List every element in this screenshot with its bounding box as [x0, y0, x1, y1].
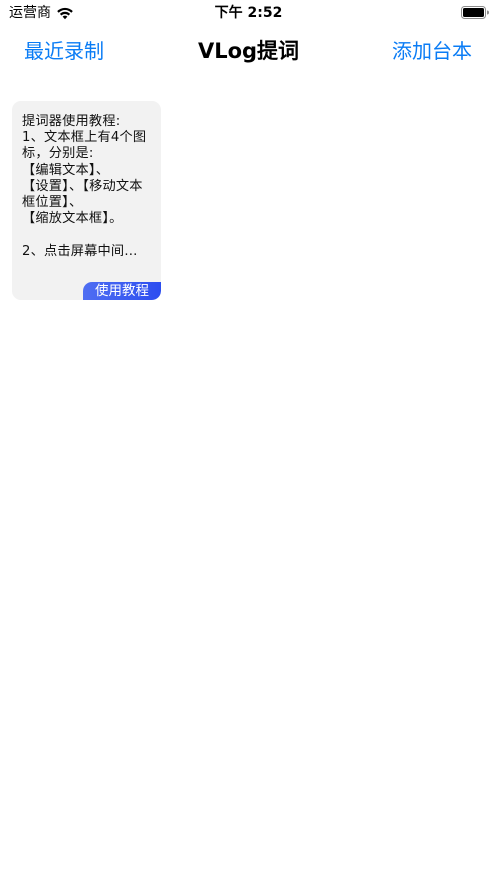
- script-card[interactable]: 提词器使用教程: 1、文本框上有4个图标，分别是: 【编辑文本】、 【设置】、【…: [12, 101, 161, 300]
- add-script-button[interactable]: 添加台本: [392, 38, 472, 64]
- battery-icon: [461, 6, 489, 19]
- navigation-bar: 最近录制 VLog提词 添加台本: [0, 26, 497, 76]
- app-screen: 运营商 下午 2:52 最近录制 VLog提词 添加台本 提词器使用教程: 1、…: [0, 0, 497, 883]
- status-bar: 运营商 下午 2:52: [0, 0, 497, 26]
- script-preview-text: 提词器使用教程: 1、文本框上有4个图标，分别是: 【编辑文本】、 【设置】、【…: [22, 114, 147, 259]
- status-time: 下午 2:52: [214, 5, 283, 21]
- tutorial-badge: 使用教程: [83, 282, 161, 300]
